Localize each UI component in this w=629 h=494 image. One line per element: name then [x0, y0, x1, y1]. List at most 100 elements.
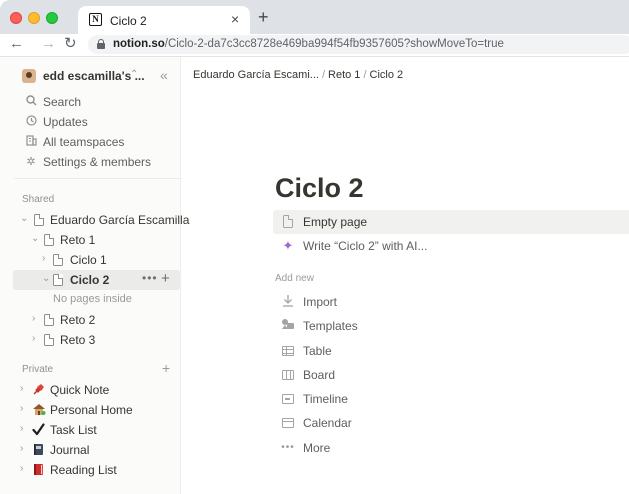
sidebar-item-search[interactable]: Search	[0, 92, 181, 112]
sidebar-page-ciclo-2[interactable]: ⌄ Ciclo 2 ••• +	[13, 270, 180, 290]
option-label: Templates	[303, 319, 358, 333]
clock-icon	[24, 115, 38, 129]
reload-icon[interactable]: ↻	[64, 35, 77, 53]
breadcrumb-separator: /	[321, 69, 326, 81]
sidebar-item-label: Search	[43, 95, 82, 109]
chevron-right-icon[interactable]: ›	[20, 443, 23, 454]
tab-title: Ciclo 2	[110, 14, 147, 28]
sidebar-item-settings[interactable]: ✲ Settings & members	[0, 152, 181, 172]
chevron-right-icon[interactable]: ›	[20, 383, 23, 394]
sidebar-item-label: Settings & members	[43, 155, 152, 169]
sidebar-page-eduardo[interactable]: ⌄ Eduardo García Escamilla	[14, 210, 189, 230]
sidebar-item-all-teamspaces[interactable]: All teamspaces	[0, 132, 181, 152]
workspace-switcher[interactable]: edd escamilla's ... ⌃ «	[0, 63, 181, 87]
pushpin-icon	[32, 383, 45, 396]
search-icon	[24, 95, 38, 109]
chevron-right-icon[interactable]: ›	[42, 253, 45, 264]
tab-close-icon[interactable]: ×	[231, 11, 239, 27]
collapse-sidebar-icon[interactable]: «	[160, 67, 168, 83]
sidebar-page-ciclo-1[interactable]: › Ciclo 1	[14, 250, 180, 270]
window-close-button[interactable]	[10, 12, 22, 24]
chevron-right-icon[interactable]: ›	[20, 403, 23, 414]
board-option[interactable]: Board	[273, 363, 629, 387]
table-option[interactable]: Table	[273, 339, 629, 363]
chevron-right-icon[interactable]: ›	[32, 333, 35, 344]
breadcrumb-item[interactable]: Reto 1	[328, 69, 360, 81]
page-icon	[53, 254, 63, 266]
option-label: Calendar	[303, 416, 352, 430]
add-subpage-button[interactable]: +	[161, 270, 170, 287]
chevron-right-icon[interactable]: ›	[32, 313, 35, 324]
sidebar-item-updates[interactable]: Updates	[0, 112, 181, 132]
option-label: Table	[303, 344, 332, 358]
url-text[interactable]: notion.so/Ciclo-2-da7c3cc8728e469ba994f5…	[113, 38, 504, 50]
calendar-icon	[280, 415, 296, 431]
option-label: Timeline	[303, 392, 348, 406]
add-private-page-button[interactable]: +	[162, 360, 170, 376]
chevron-right-icon[interactable]: ›	[20, 423, 23, 434]
red-book-icon	[32, 463, 45, 476]
breadcrumb-item[interactable]: Eduardo García Escami...	[193, 69, 319, 81]
notion-favicon-icon: N	[89, 13, 102, 26]
chevron-down-icon[interactable]: ⌄	[20, 213, 28, 224]
more-options-icon[interactable]: •••	[142, 271, 158, 285]
sidebar-page-journal[interactable]: › Journal	[14, 440, 180, 460]
sidebar-page-reading-list[interactable]: › Reading List	[14, 460, 180, 480]
workspace-avatar	[22, 69, 36, 83]
sidebar-page-label: Eduardo García Escamilla	[50, 213, 190, 227]
building-icon	[24, 135, 38, 149]
sidebar-page-label: Reto 2	[60, 313, 96, 327]
option-label: Empty page	[303, 215, 368, 229]
sidebar-page-task-list[interactable]: › Task List	[14, 420, 180, 440]
add-new-label: Add new	[275, 273, 314, 284]
chevron-right-icon[interactable]: ›	[20, 463, 23, 474]
chevron-updown-icon: ⌃	[130, 69, 139, 80]
no-pages-inside-label: No pages inside	[53, 293, 132, 305]
sidebar-page-label: Ciclo 2	[70, 273, 110, 287]
more-dots-icon: •••	[281, 442, 295, 453]
sidebar-page-label: Reading List	[50, 463, 117, 477]
timeline-option[interactable]: Timeline	[273, 387, 629, 411]
chevron-down-icon[interactable]: ⌄	[42, 273, 50, 284]
sidebar-item-label: All teamspaces	[43, 135, 125, 149]
forward-arrow-icon[interactable]: →	[41, 35, 56, 53]
templates-icon	[280, 318, 296, 334]
templates-option[interactable]: Templates	[273, 314, 629, 338]
url-field[interactable]: notion.so/Ciclo-2-da7c3cc8728e469ba994f5…	[88, 35, 629, 54]
more-option[interactable]: ••• More	[273, 436, 629, 460]
sidebar-page-quick-note[interactable]: › Quick Note	[14, 380, 180, 400]
sidebar-divider	[14, 178, 182, 179]
ai-sparkle-icon: ✦	[282, 238, 294, 253]
table-icon	[280, 343, 296, 359]
window-zoom-button[interactable]	[46, 12, 58, 24]
board-icon	[280, 367, 296, 383]
breadcrumb: Eduardo García Escami... / Reto 1/Ciclo 2	[193, 69, 403, 81]
calendar-option[interactable]: Calendar	[273, 411, 629, 435]
window-minimize-button[interactable]	[28, 12, 40, 24]
import-icon	[280, 294, 296, 310]
new-tab-button[interactable]: +	[258, 8, 269, 26]
option-label: More	[303, 441, 331, 455]
breadcrumb-item[interactable]: Ciclo 2	[370, 69, 404, 81]
chevron-down-icon[interactable]: ⌄	[31, 233, 39, 244]
import-option[interactable]: Import	[273, 290, 629, 314]
sidebar-page-reto-2[interactable]: › Reto 2	[14, 310, 180, 330]
sidebar: edd escamilla's ... ⌃ « Search Updates A…	[0, 57, 189, 494]
sidebar-page-reto-3[interactable]: › Reto 3	[14, 330, 180, 350]
write-with-ai-option[interactable]: ✦ Write “Ciclo 2” with AI...	[273, 234, 629, 258]
section-label-private: Private	[22, 364, 54, 375]
browser-tab-bar: N Ciclo 2 × +	[0, 0, 629, 34]
sidebar-page-label: Task List	[50, 423, 97, 437]
lock-icon[interactable]	[97, 39, 105, 49]
page-title[interactable]: Ciclo 2	[275, 173, 364, 204]
empty-page-option[interactable]: Empty page	[273, 210, 629, 234]
back-arrow-icon[interactable]: ←	[9, 35, 24, 53]
timeline-icon	[280, 391, 296, 407]
house-icon	[32, 403, 46, 416]
sidebar-page-label: Quick Note	[50, 383, 110, 397]
browser-tab[interactable]: N Ciclo 2 ×	[78, 6, 250, 34]
option-label: Import	[303, 295, 338, 309]
sidebar-page-reto-1[interactable]: ⌄ Reto 1	[14, 230, 180, 250]
sidebar-page-personal-home[interactable]: › Personal Home	[14, 400, 180, 420]
page-icon	[44, 334, 54, 346]
